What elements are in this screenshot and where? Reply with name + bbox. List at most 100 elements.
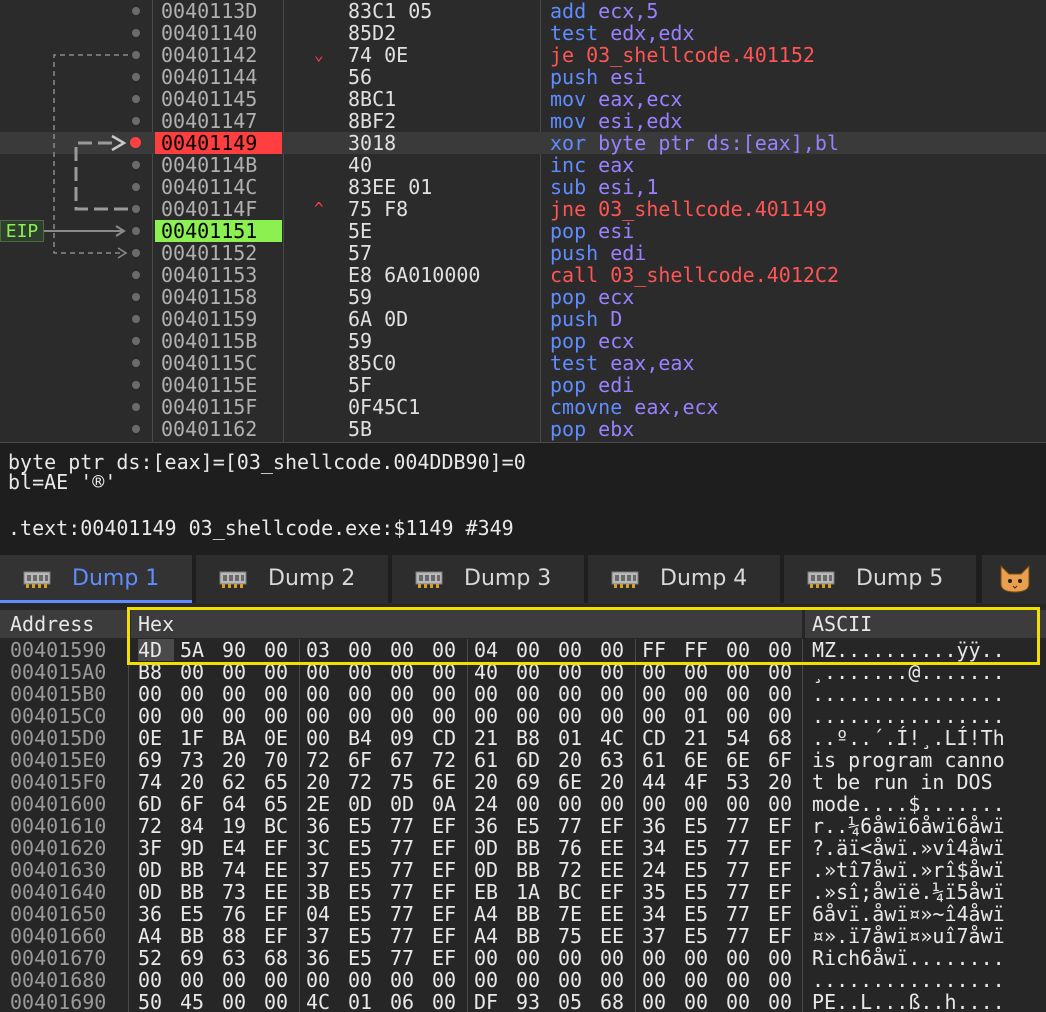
hex-byte[interactable]: 00 bbox=[600, 639, 636, 661]
hex-byte[interactable]: 21 bbox=[474, 727, 510, 749]
hex-byte[interactable]: 69 bbox=[138, 749, 174, 771]
hex-byte[interactable]: 0E bbox=[138, 727, 174, 749]
disasm-row[interactable]: 00401158 59 pop ecx bbox=[0, 286, 1046, 308]
hex-byte[interactable]: 72 bbox=[306, 749, 342, 771]
hex-byte[interactable]: 00 bbox=[222, 969, 258, 991]
hex-byte[interactable]: 77 bbox=[390, 903, 426, 925]
hex-byte[interactable]: EB bbox=[474, 881, 510, 903]
dump-ascii[interactable]: MZ..........ÿÿ.. bbox=[812, 639, 1005, 661]
hex-byte[interactable]: 6E bbox=[684, 749, 720, 771]
header-address[interactable]: Address bbox=[10, 610, 94, 638]
disasm-address[interactable]: 00401147 bbox=[155, 110, 282, 132]
dump-row[interactable]: 00401680 00 00 00 00 00 00 00 00 00 00 00 00 00 00 00 00… bbox=[0, 969, 1046, 991]
hex-byte[interactable]: 6E bbox=[558, 771, 594, 793]
disasm-address[interactable]: 00401158 bbox=[155, 286, 282, 308]
hex-byte[interactable]: 4C bbox=[306, 991, 342, 1012]
hex-byte[interactable]: 77 bbox=[726, 815, 762, 837]
hex-byte[interactable]: 00 bbox=[264, 639, 300, 661]
hex-byte[interactable]: 00 bbox=[180, 969, 216, 991]
tab-dump-2[interactable]: Dump 2 bbox=[196, 555, 388, 603]
hex-byte[interactable]: 00 bbox=[222, 683, 258, 705]
hex-byte[interactable]: 68 bbox=[768, 727, 804, 749]
disasm-instruction[interactable]: pop edi bbox=[550, 374, 634, 396]
hex-byte[interactable]: 63 bbox=[600, 749, 636, 771]
hex-byte[interactable]: EE bbox=[600, 859, 636, 881]
dump-ascii[interactable]: .»tî7åwï.»rî$åwï bbox=[812, 859, 1005, 881]
hex-byte[interactable]: BC bbox=[558, 881, 594, 903]
disasm-row[interactable]: 0040114F ^ 75 F8 jne 03_shellcode.401149 bbox=[0, 198, 1046, 220]
hex-byte[interactable]: BB bbox=[180, 859, 216, 881]
hex-byte[interactable]: 1F bbox=[180, 727, 216, 749]
dump-row[interactable]: 00401620 3F 9D E4 EF 3C E5 77 EF 0D BB 76 EE 34 E5 77 EF… bbox=[0, 837, 1046, 859]
hex-byte[interactable]: EE bbox=[600, 903, 636, 925]
hex-byte[interactable]: 00 bbox=[348, 969, 384, 991]
dump-ascii[interactable]: r..¼6åwï6åwï6åwï bbox=[812, 815, 1005, 837]
disasm-address[interactable]: 0040114C bbox=[155, 176, 282, 198]
hex-byte[interactable]: 00 bbox=[558, 793, 594, 815]
hex-byte[interactable]: 00 bbox=[726, 947, 762, 969]
hex-byte[interactable]: 00 bbox=[558, 683, 594, 705]
dump-ascii[interactable]: Rich6åwï........ bbox=[812, 947, 1005, 969]
hex-byte[interactable]: 67 bbox=[390, 749, 426, 771]
disasm-instruction[interactable]: mov eax,ecx bbox=[550, 88, 682, 110]
disasm-row[interactable]: 00401145 8BC1 mov eax,ecx bbox=[0, 88, 1046, 110]
hex-byte[interactable]: 00 bbox=[180, 705, 216, 727]
hex-byte[interactable]: 00 bbox=[684, 793, 720, 815]
dump-address[interactable]: 00401650 bbox=[10, 903, 106, 925]
hex-byte[interactable]: 00 bbox=[558, 947, 594, 969]
disasm-address[interactable]: 00401159 bbox=[155, 308, 282, 330]
hex-byte[interactable]: E5 bbox=[348, 815, 384, 837]
hex-byte[interactable]: E5 bbox=[684, 815, 720, 837]
dump-address[interactable]: 00401600 bbox=[10, 793, 106, 815]
hex-byte[interactable]: 00 bbox=[138, 969, 174, 991]
hex-byte[interactable]: 50 bbox=[138, 991, 174, 1012]
hex-byte[interactable]: 00 bbox=[684, 991, 720, 1012]
hex-byte[interactable]: 77 bbox=[390, 925, 426, 947]
hex-byte[interactable]: 01 bbox=[684, 705, 720, 727]
hex-byte[interactable]: EF bbox=[768, 837, 804, 859]
hex-byte[interactable]: B4 bbox=[348, 727, 384, 749]
hex-byte[interactable]: 00 bbox=[264, 705, 300, 727]
hex-byte[interactable]: 62 bbox=[222, 771, 258, 793]
hex-byte[interactable]: 00 bbox=[726, 639, 762, 661]
hex-byte[interactable]: 34 bbox=[642, 903, 678, 925]
hex-byte[interactable]: E4 bbox=[222, 837, 258, 859]
hex-byte[interactable]: 34 bbox=[642, 837, 678, 859]
dump-address[interactable]: 00401630 bbox=[10, 859, 106, 881]
disasm-instruction[interactable]: test eax,eax bbox=[550, 352, 695, 374]
hex-byte[interactable]: 00 bbox=[390, 705, 426, 727]
hex-byte[interactable]: 90 bbox=[222, 639, 258, 661]
disasm-row[interactable]: 00401153 E8 6A010000 call 03_shellcode.401… bbox=[0, 264, 1046, 286]
dump-row[interactable]: 004015E0 69 73 20 70 72 6F 67 72 61 6D 20 63 61 6E 6E 6F… bbox=[0, 749, 1046, 771]
hex-byte[interactable]: 00 bbox=[306, 969, 342, 991]
hex-byte[interactable]: 36 bbox=[138, 903, 174, 925]
dump-row[interactable]: 00401660 A4 BB 88 EF 37 E5 77 EF A4 BB 75 EE 37 E5 77 EF… bbox=[0, 925, 1046, 947]
disasm-row[interactable]: 0040115E 5F pop edi bbox=[0, 374, 1046, 396]
hex-byte[interactable]: 00 bbox=[642, 969, 678, 991]
hex-byte[interactable]: BB bbox=[516, 903, 552, 925]
hex-byte[interactable]: 00 bbox=[306, 661, 342, 683]
dump-ascii[interactable]: ?.äï<åwï.»vî4åwï bbox=[812, 837, 1005, 859]
hex-byte[interactable]: 00 bbox=[432, 639, 468, 661]
hex-byte[interactable]: 00 bbox=[726, 793, 762, 815]
hex-byte[interactable]: EF bbox=[432, 925, 468, 947]
disasm-instruction[interactable]: call 03_shellcode.4012C2 bbox=[550, 264, 839, 286]
hex-byte[interactable]: 75 bbox=[390, 771, 426, 793]
hex-byte[interactable]: 6F bbox=[180, 793, 216, 815]
hex-byte[interactable]: 00 bbox=[348, 639, 384, 661]
hex-byte[interactable]: 65 bbox=[264, 793, 300, 815]
hex-byte[interactable]: 00 bbox=[264, 969, 300, 991]
dump-address[interactable]: 00401590 bbox=[10, 639, 106, 661]
hex-byte[interactable]: 1A bbox=[516, 881, 552, 903]
hex-byte[interactable]: 00 bbox=[432, 991, 468, 1012]
disasm-address[interactable]: 00401152 bbox=[155, 242, 282, 264]
dump-pane[interactable]: Address Hex ASCII 00401590 4D 5A 90 00 03 00 00… bbox=[0, 604, 1046, 1012]
disasm-row[interactable]: 00401151 5E pop esi bbox=[0, 220, 1046, 242]
disasm-row[interactable]: 00401147 8BF2 mov esi,edx bbox=[0, 110, 1046, 132]
hex-byte[interactable]: 00 bbox=[222, 991, 258, 1012]
hex-byte[interactable]: 03 bbox=[306, 639, 342, 661]
hex-byte[interactable]: EE bbox=[264, 859, 300, 881]
hex-byte[interactable]: 20 bbox=[558, 749, 594, 771]
hex-byte[interactable]: 4C bbox=[600, 727, 636, 749]
hex-byte[interactable]: 00 bbox=[726, 705, 762, 727]
